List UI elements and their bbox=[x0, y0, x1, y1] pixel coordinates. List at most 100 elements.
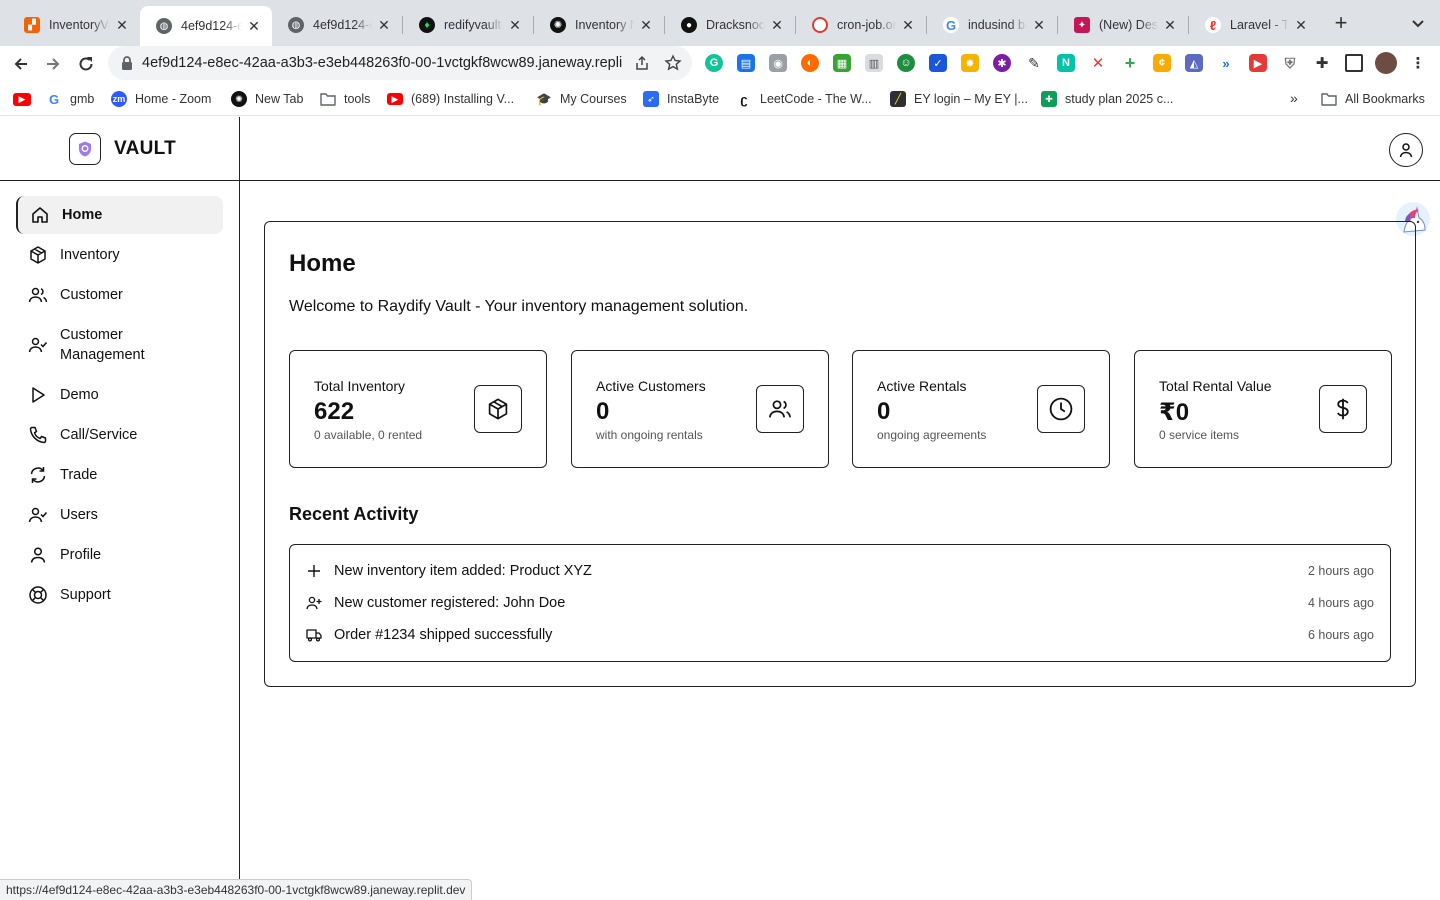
sidebar-item-customer-management[interactable]: Customer Management bbox=[16, 316, 223, 376]
browser-tab-active[interactable]: ◍ 4ef9d124-e8ec-42aa ✕ bbox=[140, 6, 272, 46]
welcome-message: Welcome to Raydify Vault - Your inventor… bbox=[289, 298, 749, 315]
sidebar-item-home[interactable]: Home bbox=[16, 196, 223, 234]
x-mark-icon[interactable]: ✕ bbox=[1089, 54, 1107, 72]
sidebar-item-inventory[interactable]: Inventory bbox=[16, 236, 223, 274]
browser-tab[interactable]: ✦ (New) Design ✕ bbox=[1058, 8, 1188, 42]
close-icon[interactable]: ✕ bbox=[900, 17, 916, 33]
close-icon[interactable]: ✕ bbox=[114, 17, 130, 33]
columns-icon[interactable]: ▥ bbox=[865, 54, 883, 72]
sidebar-item-customer[interactable]: Customer bbox=[16, 276, 223, 314]
camera-icon[interactable]: ◉ bbox=[769, 54, 787, 72]
instabyte-icon: ➶ bbox=[643, 91, 659, 107]
sidebar-item-label: Profile bbox=[60, 547, 102, 563]
close-icon[interactable]: ✕ bbox=[246, 18, 262, 34]
wave-icon[interactable]: » bbox=[1217, 54, 1235, 72]
bookmark-study-plan[interactable]: ✚ study plan 2025 c... bbox=[1041, 90, 1173, 108]
image-icon[interactable]: ◭ bbox=[1185, 54, 1203, 72]
chevron-down-icon[interactable] bbox=[1409, 15, 1427, 33]
google-icon: G bbox=[943, 17, 959, 33]
plus-extension-icon[interactable]: + bbox=[1121, 53, 1139, 73]
bookmark-leetcode[interactable]: ʗ LeetCode - The W... bbox=[736, 90, 872, 108]
share-icon[interactable] bbox=[634, 55, 650, 71]
sidebar-item-call-service[interactable]: Call/Service bbox=[16, 416, 223, 454]
avatar[interactable] bbox=[1375, 52, 1397, 74]
bookmark-instabyte[interactable]: ➶ InstaByte bbox=[643, 90, 719, 108]
sidebar-item-label: Trade bbox=[60, 467, 98, 483]
browser-tab[interactable]: ▞ InventoryVault ✕ bbox=[8, 8, 140, 42]
reload-button[interactable] bbox=[74, 52, 98, 76]
bookmark-new-tab[interactable]: ✺ New Tab bbox=[231, 90, 303, 108]
all-bookmarks[interactable]: All Bookmarks bbox=[1321, 90, 1425, 108]
bookmark-folder-tools[interactable]: tools bbox=[320, 90, 370, 108]
close-icon[interactable]: ✕ bbox=[376, 17, 392, 33]
block-icon[interactable]: ▦ bbox=[833, 54, 851, 72]
activity-time: 2 hours ago bbox=[1307, 564, 1374, 578]
stat-icon-box bbox=[1037, 385, 1085, 433]
flame-icon[interactable]: ◐ bbox=[801, 54, 819, 72]
users-icon bbox=[768, 400, 792, 418]
clock-icon bbox=[812, 17, 828, 33]
forward-button[interactable] bbox=[41, 52, 65, 76]
browser-tab[interactable]: ℓ Laravel - The PHP ✕ bbox=[1189, 8, 1319, 42]
reload-icon bbox=[79, 57, 93, 71]
grammarly-icon[interactable]: G bbox=[705, 54, 723, 72]
address-bar[interactable]: 4ef9d124-e8ec-42aa-a3b3-e3eb448263f0-00-… bbox=[108, 46, 692, 80]
back-button[interactable] bbox=[9, 52, 33, 76]
browser-tab[interactable]: ◍ 4ef9d124-e8ec-42aa ✕ bbox=[272, 8, 402, 42]
browser-tab[interactable]: ♦ redifyvault ✕ bbox=[403, 8, 533, 42]
sidebar-item-demo[interactable]: Demo bbox=[16, 376, 223, 414]
activity-time: 4 hours ago bbox=[1307, 596, 1374, 610]
bookmark-label: study plan 2025 c... bbox=[1065, 92, 1174, 106]
bookmark-zoom[interactable]: zm Home - Zoom bbox=[111, 90, 211, 108]
close-icon[interactable]: ✕ bbox=[1162, 17, 1178, 33]
check-box-icon[interactable]: ✓ bbox=[929, 54, 947, 72]
badge-icon[interactable]: ✸ bbox=[961, 54, 979, 72]
tune-icon[interactable] bbox=[120, 55, 134, 71]
logo[interactable] bbox=[69, 133, 101, 165]
youtube-icon: ▶ bbox=[13, 92, 31, 106]
user-menu-button[interactable] bbox=[1389, 133, 1423, 167]
pen-icon[interactable]: ✎ bbox=[1025, 54, 1043, 72]
close-icon[interactable]: ✕ bbox=[1293, 17, 1309, 33]
star-icon[interactable] bbox=[664, 54, 682, 72]
close-icon[interactable]: ✕ bbox=[638, 17, 654, 33]
close-icon[interactable]: ✕ bbox=[1031, 17, 1047, 33]
side-panel-icon[interactable] bbox=[1345, 54, 1363, 72]
browser-tab[interactable]: ● Dracksnoop ✕ bbox=[665, 8, 795, 42]
user-check-icon bbox=[28, 337, 48, 353]
user-check-icon bbox=[28, 507, 48, 523]
tag-icon[interactable]: ¢ bbox=[1153, 54, 1171, 72]
browser-tab[interactable]: cron-job.org ✕ bbox=[796, 8, 926, 42]
browser-tab[interactable]: G indusind bank ✕ bbox=[927, 8, 1057, 42]
close-icon[interactable]: ✕ bbox=[507, 17, 523, 33]
shield-icon[interactable]: ⛨ bbox=[1281, 54, 1299, 72]
play-ext-icon[interactable]: ▶ bbox=[1249, 54, 1267, 72]
google-icon: G bbox=[46, 91, 62, 107]
stat-subtext: 0 service items bbox=[1159, 428, 1240, 442]
sidebar-item-label: Inventory bbox=[60, 247, 120, 263]
new-tab-button[interactable]: + bbox=[1330, 12, 1352, 35]
close-icon[interactable]: ✕ bbox=[769, 17, 785, 33]
robot-icon[interactable]: ☺ bbox=[897, 54, 915, 72]
more-vert-icon[interactable]: ⋮ bbox=[1409, 54, 1427, 72]
bookmark-gmb[interactable]: G gmb bbox=[46, 90, 94, 108]
sidebar-item-trade[interactable]: Trade bbox=[16, 456, 223, 494]
sidebar-item-users[interactable]: Users bbox=[16, 496, 223, 534]
chevron-double-right-icon[interactable]: » bbox=[1290, 90, 1298, 106]
sidebar-item-label: Support bbox=[60, 587, 111, 603]
tab-title: (New) Design bbox=[1099, 18, 1158, 32]
sidebar-item-profile[interactable]: Profile bbox=[16, 536, 223, 574]
reader-icon[interactable]: ▤ bbox=[737, 54, 755, 72]
bookmark-ey[interactable]: ╱ EY login – My EY |... bbox=[890, 90, 1028, 108]
n-icon[interactable]: N bbox=[1057, 54, 1075, 72]
puzzle-icon[interactable]: ✚ bbox=[1313, 54, 1331, 72]
sidebar-item-support[interactable]: Support bbox=[16, 576, 223, 614]
list-item: New inventory item added: Product XYZ 2 … bbox=[306, 561, 1374, 581]
bookmark-youtube[interactable]: ▶ bbox=[13, 90, 39, 108]
tab-title: redifyvault bbox=[444, 18, 501, 32]
bookmark-youtube-installing[interactable]: ▶ (689) Installing V... bbox=[387, 90, 514, 108]
browser-tab[interactable]: ✺ Inventory Management ✕ bbox=[534, 8, 664, 42]
tab-title: Inventory Management bbox=[575, 18, 634, 32]
asterisk-icon[interactable]: ✱ bbox=[993, 54, 1011, 72]
bookmark-my-courses[interactable]: 🎓 My Courses bbox=[536, 90, 627, 108]
